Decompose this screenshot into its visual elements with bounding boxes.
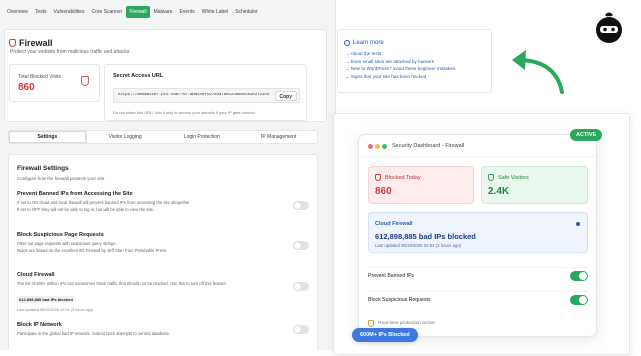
learn-more-card: i Learn more → About the tests → Even sm… [337, 29, 492, 93]
block-suspicious-row: Block Suspicious Requests [368, 291, 588, 307]
tab-tests[interactable]: Tests [32, 6, 50, 18]
copy-button[interactable]: Copy [274, 91, 297, 101]
cloud-firewall-value: 612,898,885 bad IPs blocked [375, 232, 476, 241]
secret-url-card: Secret Access URL https://webmaster.pro.… [104, 64, 307, 121]
tab-scheduler[interactable]: Scheduler [232, 6, 261, 18]
curved-arrow-icon [512, 50, 564, 94]
cloud-firewall-card: Cloud Firewall 612,898,885 bad IPs block… [368, 212, 588, 253]
safe-visitors-card: Safe Visitors 2.4K [481, 166, 588, 204]
setting-prevent-banned-ips: Prevent Banned IPs from Accessing the Si… [17, 191, 313, 213]
window-title: Security Dashboard - Firewall [392, 143, 465, 149]
realtime-status: Real-time protection active [368, 320, 435, 327]
tab-settings[interactable]: Settings [9, 131, 87, 143]
cloud-firewall-meta: Last updated 05/19/2025 02:54 (3 hours a… [375, 243, 462, 248]
learn-more-title: i Learn more [344, 40, 384, 46]
cloud-firewall-label: Cloud Firewall [375, 221, 413, 227]
firewall-settings-card: Firewall Settings Configure how the fire… [8, 154, 318, 350]
secret-url-value[interactable]: https://webmaster.pro.com/?sr-WHN4cef597… [118, 93, 278, 97]
settings-subtitle: Configure how the firewall protects your… [17, 176, 105, 181]
setting-name: Cloud Firewall [17, 272, 55, 278]
page-subtitle: Protect your website from malicious traf… [10, 49, 130, 55]
tab-ip-management[interactable]: IP Management [240, 131, 317, 143]
setting-desc-line: Rules are based on the excellent 8G Fire… [17, 247, 168, 253]
prevent-banned-ips-toggle[interactable] [293, 201, 309, 210]
secret-url-field[interactable]: https://webmaster.pro.com/?sr-WHN4cef597… [113, 88, 300, 103]
info-icon: i [344, 40, 350, 46]
learn-more-title-text: Learn more [353, 40, 384, 46]
check-shield-icon [488, 174, 494, 181]
security-dashboard-window: Security Dashboard - Firewall Blocked To… [358, 134, 597, 337]
learn-link[interactable]: → Even small sites are attacked by hacke… [345, 59, 456, 64]
tab-white-label[interactable]: White Label [199, 6, 231, 18]
tab-overview[interactable]: Overview [4, 6, 31, 18]
learn-link[interactable]: → Signs that your site has been hacked [345, 74, 456, 79]
secret-url-note: Do not share this URL! Use it only to ac… [113, 110, 256, 115]
shield-alert-icon [81, 76, 89, 86]
window-maximize-icon[interactable] [382, 144, 387, 149]
learn-link[interactable]: → About the tests [345, 51, 456, 56]
window-minimize-icon[interactable] [375, 144, 380, 149]
cloud-firewall-toggle[interactable] [293, 282, 309, 291]
setting-desc: Filter out page requests with suspicious… [17, 241, 313, 254]
shield-icon [375, 174, 381, 181]
last-updated-text: Last updated 05/19/2025 02:54 (3 hours a… [17, 307, 94, 312]
prevent-banned-ips-toggle-on[interactable] [570, 271, 588, 281]
tab-vulnerabilities[interactable]: Vulnerabilities [51, 6, 88, 18]
setting-desc-line: If set to OFF they will not be able to l… [17, 206, 155, 212]
blocked-today-value: 860 [375, 186, 392, 197]
setting-name: Prevent Banned IPs from Accessing the Si… [17, 191, 133, 197]
settings-title: Firewall Settings [17, 165, 69, 172]
setting-cloud-firewall: Cloud Firewall The list of 600+ million … [17, 272, 313, 312]
total-blocked-card: Total Blocked Visits 860 [9, 64, 100, 102]
blocked-today-label: Blocked Today [385, 175, 421, 181]
setting-block-suspicious: Block Suspicious Page Requests Filter ou… [17, 232, 313, 254]
setting-name: Block Suspicious Page Requests [17, 232, 104, 238]
tab-events[interactable]: Events [176, 6, 197, 18]
page-title-text: Firewall [19, 38, 53, 48]
tab-firewall[interactable]: Firewall [126, 6, 150, 18]
learn-more-links: → About the tests → Even small sites are… [345, 51, 456, 81]
block-ip-network-toggle[interactable] [293, 325, 309, 334]
firewall-main-panel: Overview Tests Vulnerabilities Core Scan… [0, 0, 336, 350]
window-title-bar: Security Dashboard - Firewall [359, 135, 596, 157]
top-nav-tabs: Overview Tests Vulnerabilities Core Scan… [0, 0, 335, 18]
page-title: Firewall [9, 38, 53, 48]
setting-block-ip-network: Block IP Network Participate in the glob… [17, 322, 313, 338]
setting-desc: If set to ON cloud and local firewall wi… [17, 200, 313, 213]
row-label: Prevent Banned IPs [368, 273, 415, 279]
safe-visitors-value: 2.4K [488, 186, 510, 197]
firewall-sub-tabs: Settings Visitor Logging Login Protectio… [8, 130, 318, 144]
window-close-icon[interactable] [368, 144, 373, 149]
total-blocked-label: Total Blocked Visits [18, 74, 61, 80]
safe-visitors-label: Safe Visitors [498, 175, 529, 181]
learn-link[interactable]: → New to WordPress? avoid these beginner… [345, 66, 456, 71]
shield-icon [368, 320, 374, 327]
setting-desc: Participate in the global bad IP network… [17, 331, 171, 336]
block-suspicious-toggle-on[interactable] [570, 295, 588, 305]
tab-visitor-logging[interactable]: Visitor Logging [87, 131, 164, 143]
bad-ips-badge: 612,898,885 bad IPs blocked [17, 295, 75, 303]
tab-core-scanner[interactable]: Core Scanner [88, 6, 125, 18]
total-blocked-value: 860 [18, 82, 35, 93]
ips-blocked-pill: 600M+ IPs Blocked [352, 328, 418, 342]
setting-desc: The list of 600+ million IPs can sometim… [17, 281, 227, 286]
ninja-logo-icon [596, 12, 622, 43]
status-dot-icon [576, 222, 580, 226]
secret-url-label: Secret Access URL [113, 73, 164, 79]
prevent-banned-ips-row: Prevent Banned IPs [368, 267, 588, 283]
blocked-today-card: Blocked Today 860 [368, 166, 474, 204]
setting-name: Block IP Network [17, 322, 62, 328]
block-suspicious-toggle[interactable] [293, 241, 309, 250]
realtime-status-text: Real-time protection active [378, 321, 435, 326]
row-label: Block Suspicious Requests [368, 297, 431, 303]
tab-malware[interactable]: Malware [151, 6, 176, 18]
shield-icon [9, 39, 16, 47]
tab-login-protection[interactable]: Login Protection [164, 131, 241, 143]
active-status-badge: ACTIVE [570, 129, 603, 141]
